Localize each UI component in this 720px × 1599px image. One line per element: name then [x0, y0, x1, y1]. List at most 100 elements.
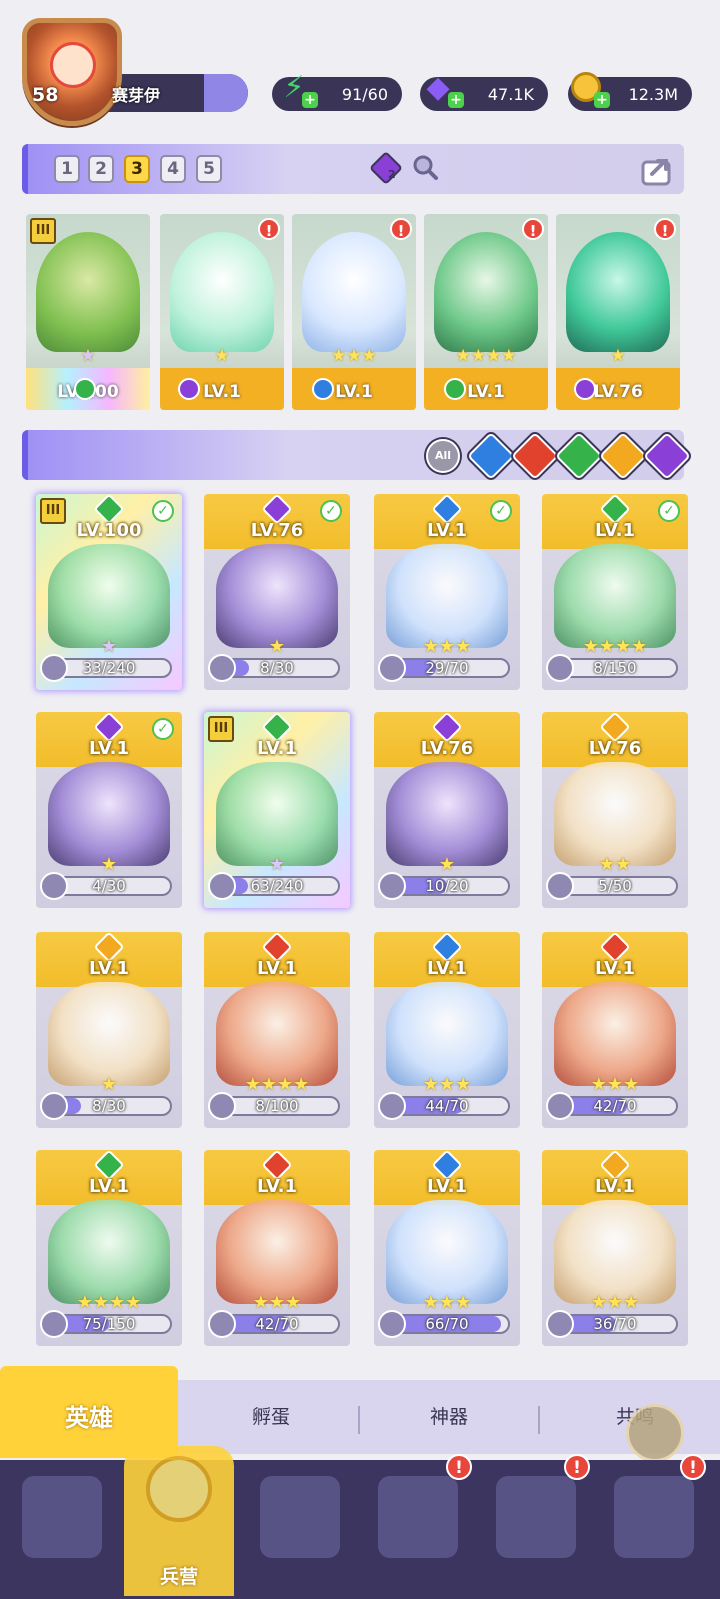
fragment-count: 29/70: [425, 659, 469, 677]
hero-level: LV.1: [257, 1176, 297, 1197]
team-tab-5[interactable]: 5: [196, 155, 222, 183]
team-tab-4[interactable]: 4: [160, 155, 186, 183]
hero-portrait: [48, 1200, 170, 1304]
share-button[interactable]: [640, 152, 674, 186]
hero-level: LV.76: [588, 738, 642, 759]
hero-portrait: [216, 1200, 338, 1304]
hero-level: LV.1: [427, 1176, 467, 1197]
fragment-count: 75/150: [82, 1315, 136, 1333]
hero-portrait: [434, 232, 538, 352]
team-tab-3[interactable]: 3: [124, 155, 150, 183]
add-gold-icon[interactable]: +: [594, 92, 610, 108]
hero-portrait: [386, 762, 508, 866]
lineup-slot-4[interactable]: ★★★★ LV.1 !: [424, 214, 548, 410]
hero-level: LV.76: [420, 738, 474, 759]
hero-card[interactable]: LV.1 ★★★ 44/70: [374, 932, 520, 1128]
hero-level: LV.1: [89, 738, 129, 759]
fragment-count: 8/100: [255, 1097, 299, 1115]
hero-card[interactable]: LV.76 ★ 10/20: [374, 712, 520, 908]
fragment-count: 33/240: [82, 659, 136, 677]
hero-card[interactable]: LV.1 ★ 63/240 III: [204, 712, 350, 908]
hero-card[interactable]: LV.1 ★★★★ 8/150 ✓: [542, 494, 688, 690]
star-rating: ★★★: [331, 346, 377, 366]
hero-level: LV.1: [595, 1176, 635, 1197]
in-lineup-check-icon: ✓: [490, 500, 512, 522]
hero-level: LV.1: [427, 958, 467, 979]
dark-element-icon: [574, 378, 596, 400]
fragment-count: 42/70: [255, 1315, 299, 1333]
hero-portrait: [48, 762, 170, 866]
team-power-button[interactable]: 2: [369, 151, 404, 186]
hero-card[interactable]: LV.1 ★★★★ 75/150: [36, 1150, 182, 1346]
hero-card[interactable]: LV.1 ★★★ 36/70: [542, 1150, 688, 1346]
nav-temple-icon[interactable]: [378, 1476, 458, 1558]
wind-element-icon: [74, 378, 96, 400]
nav-mushroom-house-icon[interactable]: [496, 1476, 576, 1558]
hero-portrait: [386, 544, 508, 648]
subtab-heroes[interactable]: 英雄: [14, 1398, 164, 1433]
fragment-count: 66/70: [425, 1315, 469, 1333]
hero-card[interactable]: LV.1 ★★★ 42/70: [542, 932, 688, 1128]
hero-portrait: [554, 982, 676, 1086]
lineup-slot-5[interactable]: ★ LV.76 !: [556, 214, 680, 410]
in-lineup-check-icon: ✓: [152, 500, 174, 522]
search-button[interactable]: [410, 152, 444, 186]
dark-element-icon: [178, 378, 200, 400]
subtab-hatch[interactable]: 孵蛋: [196, 1402, 346, 1429]
hero-portrait: [386, 1200, 508, 1304]
fragment-count: 36/70: [593, 1315, 637, 1333]
nav-cards-icon[interactable]: [22, 1476, 102, 1558]
hero-card[interactable]: LV.1 ★ 4/30 ✓: [36, 712, 182, 908]
player-name: 赛芽伊: [112, 86, 161, 105]
water-element-icon: [312, 378, 334, 400]
nav-map-book-icon[interactable]: [260, 1476, 340, 1558]
hero-card[interactable]: LV.1 ★★★★ 8/100: [204, 932, 350, 1128]
lineup-slot-3[interactable]: ★★★ LV.1 !: [292, 214, 416, 410]
nav-banner-icon[interactable]: [614, 1476, 694, 1558]
subtab-artifacts[interactable]: 神器: [374, 1402, 524, 1429]
energy-value: 91/60: [341, 84, 388, 104]
fragment-count: 44/70: [425, 1097, 469, 1115]
fragment-count: 10/20: [425, 877, 469, 895]
hero-card[interactable]: LV.76 ★★ 5/50: [542, 712, 688, 908]
hero-card[interactable]: LV.1 ★★★ 66/70: [374, 1150, 520, 1346]
lineup-slot-1[interactable]: ★ LV.100 III: [26, 214, 150, 410]
fragment-count: 8/30: [260, 659, 294, 677]
hero-level: LV.76: [250, 520, 304, 541]
hero-portrait: [216, 982, 338, 1086]
hero-card[interactable]: LV.100 ★ 33/240 ✓ III: [36, 494, 182, 690]
team-tab-2[interactable]: 2: [88, 155, 114, 183]
alert-icon: !: [522, 218, 544, 240]
filter-all-button[interactable]: All: [426, 439, 460, 473]
fragment-count: 5/50: [598, 877, 632, 895]
gold-value: 12.3M: [628, 84, 678, 104]
hero-portrait: [48, 544, 170, 648]
hero-portrait: [554, 544, 676, 648]
add-gem-icon[interactable]: +: [448, 92, 464, 108]
star-rating: ★: [610, 346, 626, 366]
star-rating: ★: [80, 346, 96, 366]
alert-icon: !: [446, 1454, 472, 1480]
hero-card[interactable]: LV.1 ★★★ 29/70 ✓: [374, 494, 520, 690]
hero-portrait: [36, 232, 140, 352]
hero-card[interactable]: LV.1 ★★★ 42/70: [204, 1150, 350, 1346]
fragment-count: 8/150: [593, 659, 637, 677]
hero-portrait: [216, 544, 338, 648]
star-rating: ★★★★: [455, 346, 517, 366]
hero-level: LV.1: [89, 1176, 129, 1197]
team-tab-1[interactable]: 1: [54, 155, 80, 183]
hero-portrait: [48, 982, 170, 1086]
sparkle-button[interactable]: [626, 1404, 684, 1462]
hero-level: LV.1: [335, 382, 373, 402]
hero-card[interactable]: LV.1 ★ 8/30: [36, 932, 182, 1128]
share-icon: [641, 159, 671, 186]
bottom-navbar: [0, 1460, 720, 1599]
player-avatar[interactable]: [22, 18, 126, 130]
lineup-slot-2[interactable]: ★ LV.1 !: [160, 214, 284, 410]
add-energy-icon[interactable]: +: [302, 92, 318, 108]
rank-badge: III: [30, 218, 56, 244]
wind-element-icon: [444, 378, 466, 400]
team-badge-count: 2: [388, 168, 396, 181]
hero-portrait: [216, 762, 338, 866]
hero-card[interactable]: LV.76 ★ 8/30 ✓: [204, 494, 350, 690]
